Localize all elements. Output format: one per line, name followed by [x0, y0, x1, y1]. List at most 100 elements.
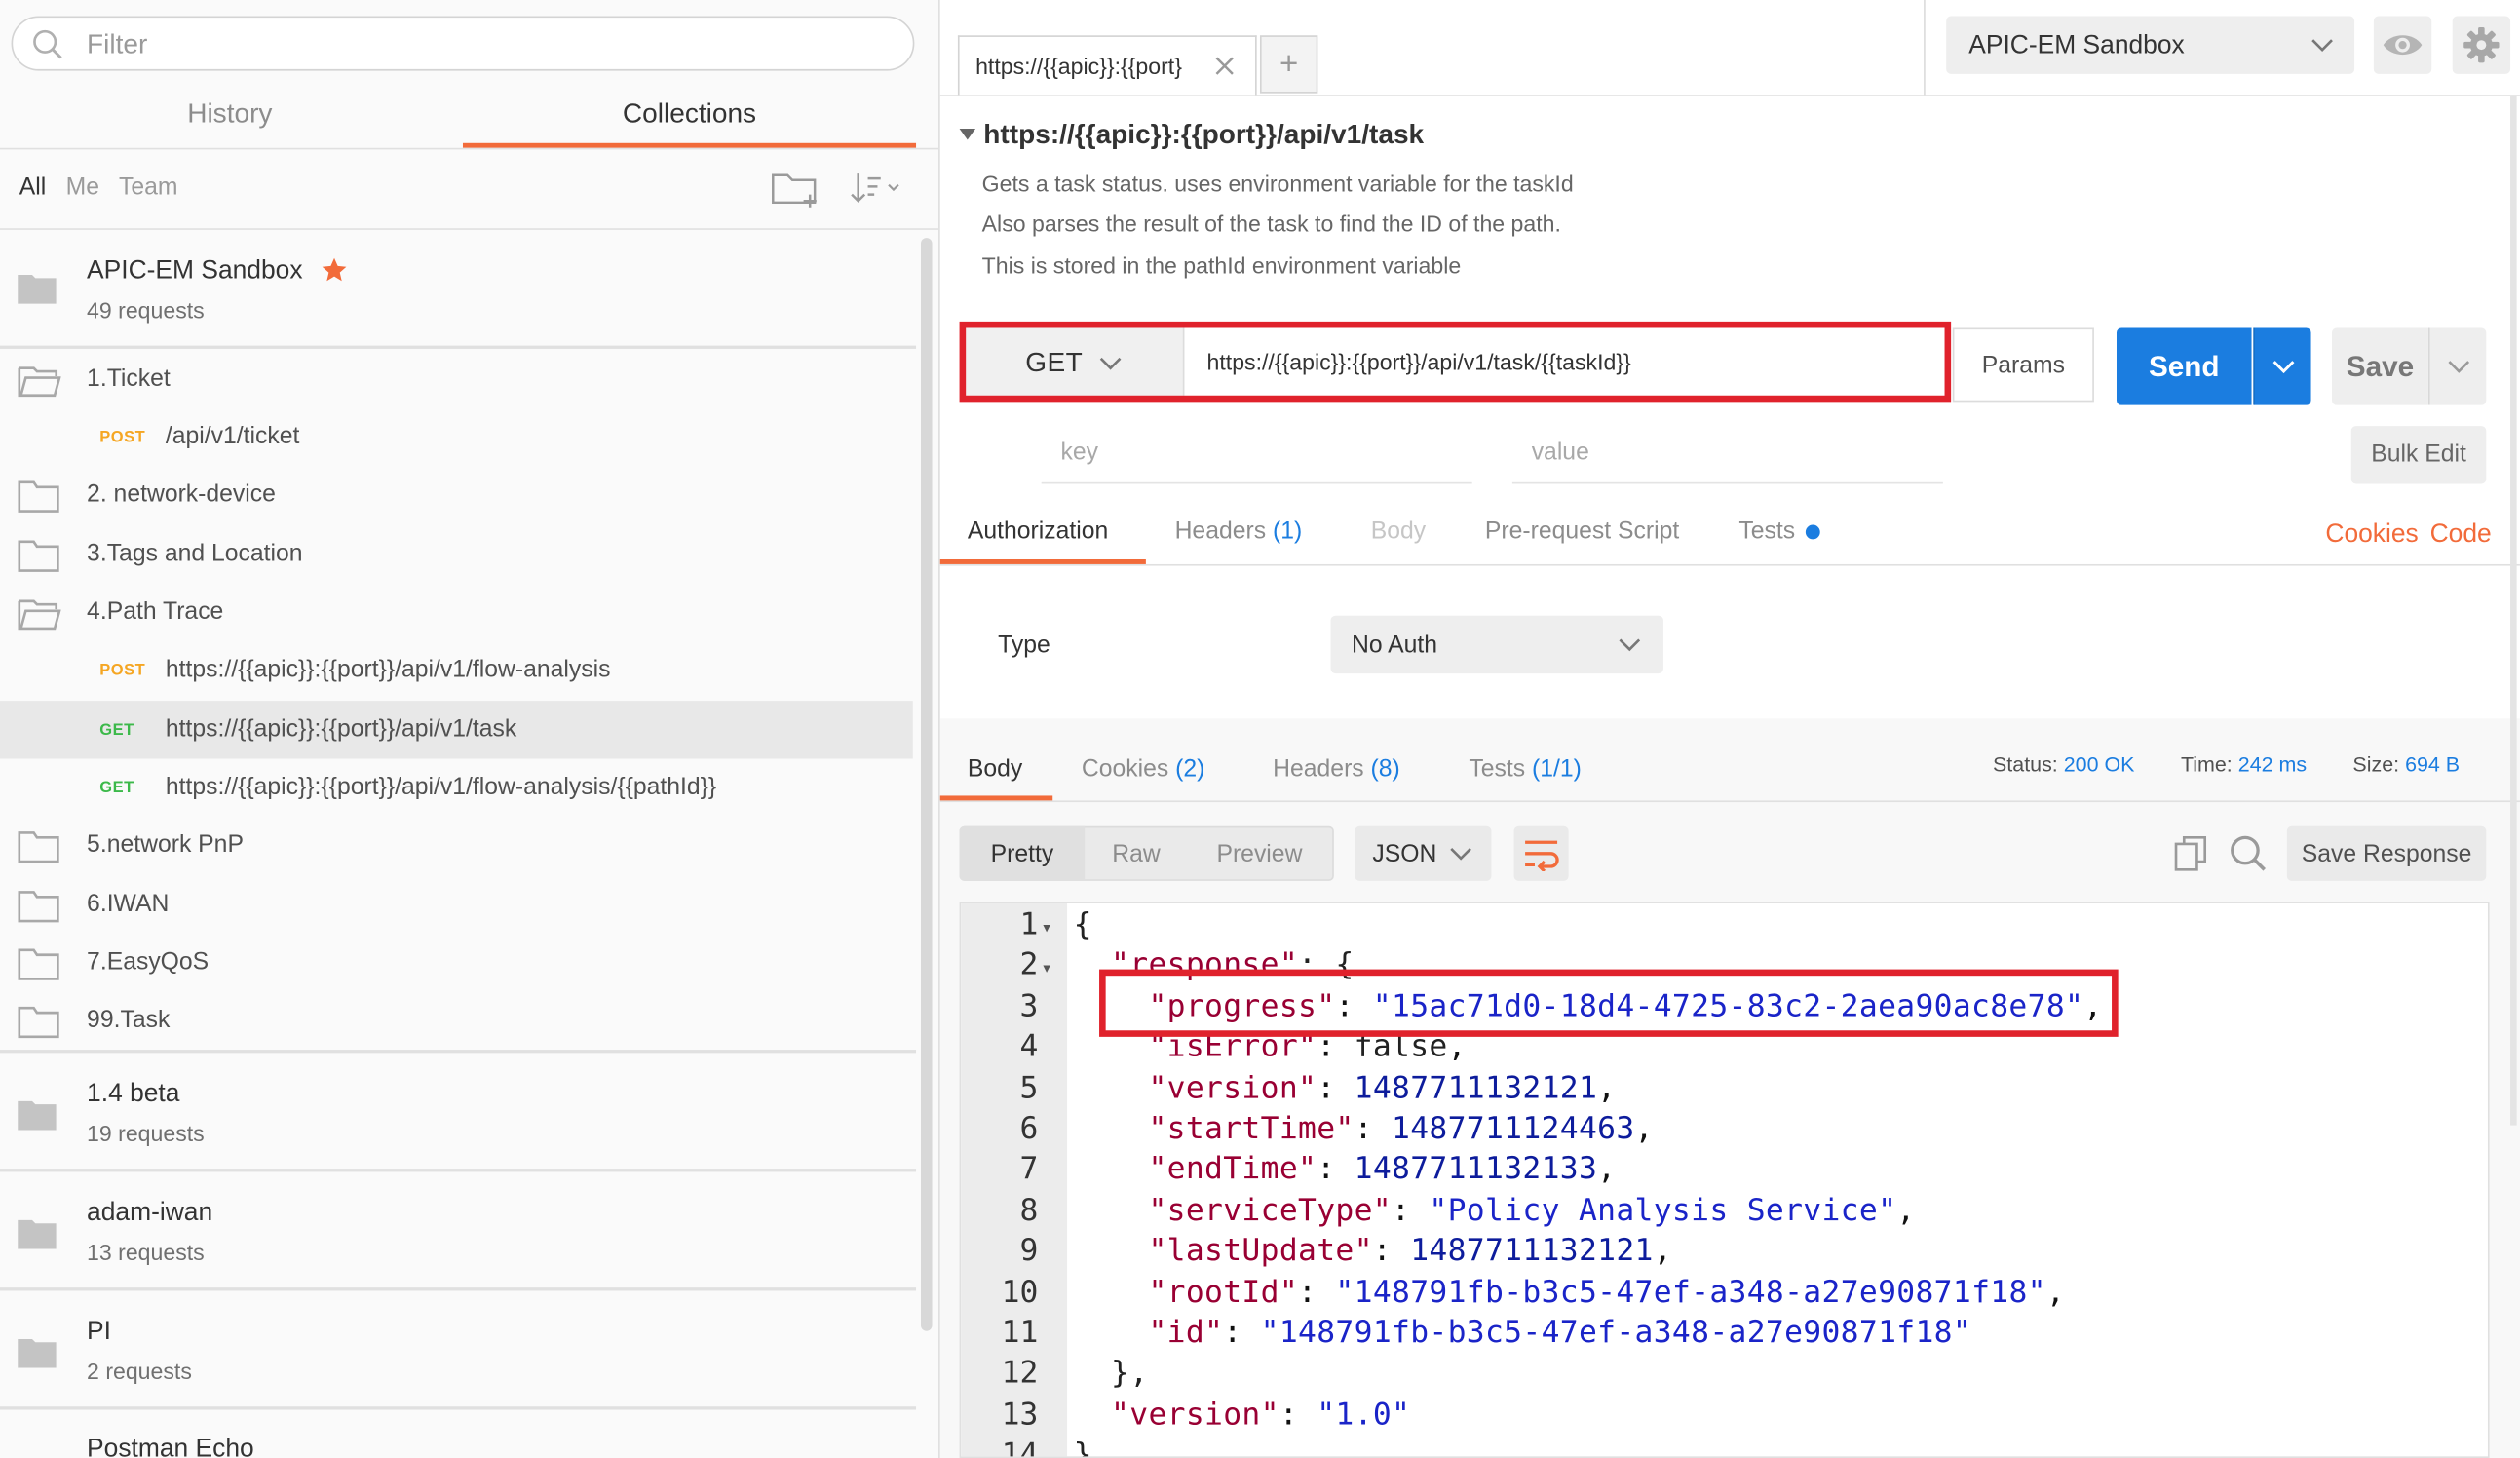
copy-icon[interactable] [2173, 834, 2212, 873]
line-number: 11 [1001, 1315, 1039, 1351]
params-button[interactable]: Params [1952, 327, 2094, 403]
auth-type-select[interactable]: No Auth [1330, 615, 1663, 674]
save-response-label: Save Response [2301, 840, 2472, 868]
collection-adam-iwan[interactable]: adam-iwan 13 requests [0, 1171, 916, 1287]
close-icon[interactable] [1213, 55, 1236, 77]
collection-pi[interactable]: PI 2 requests [0, 1290, 916, 1406]
param-value-input[interactable] [1528, 437, 1889, 468]
wrap-lines-button[interactable] [1513, 825, 1569, 881]
code-line: } [1074, 1438, 1092, 1457]
tab-count: (1) [1272, 518, 1303, 546]
tab-response-body[interactable]: Body [968, 755, 1022, 783]
param-key-input[interactable] [1057, 437, 1418, 468]
format-select[interactable]: JSON [1355, 825, 1492, 881]
cookies-link[interactable]: Cookies [2325, 520, 2418, 550]
folder-4-path-trace[interactable]: 4.Path Trace [0, 584, 913, 641]
request-label: https://{{apic}}:{{port}}/api/v1/task [165, 714, 517, 744]
tab-history[interactable]: History [0, 84, 460, 148]
folder-5-network-pnp[interactable]: 5.network PnP [0, 817, 913, 874]
tab-response-tests[interactable]: Tests (1/1) [1469, 755, 1581, 783]
send-options-button[interactable] [2253, 327, 2311, 405]
main-scrollbar[interactable] [2510, 96, 2517, 1126]
format-value: JSON [1372, 840, 1437, 868]
folder-7-easyqos[interactable]: 7.EasyQoS [0, 934, 913, 991]
star-icon[interactable] [320, 255, 349, 285]
tests-indicator-dot [1805, 524, 1820, 540]
tab-headers[interactable]: Headers (1) [1175, 518, 1303, 545]
tab-collections[interactable]: Collections [463, 84, 916, 148]
folder-icon [18, 891, 59, 923]
status-value: 200 OK [2063, 751, 2135, 777]
folder-6-iwan[interactable]: 6.IWAN [0, 876, 913, 934]
sidebar: History Collections All Me Team APIC-EM … [0, 0, 940, 1458]
chevron-down-icon [1450, 847, 1471, 861]
tab-tests[interactable]: Tests [1738, 518, 1795, 545]
chevron-down-icon [2311, 39, 2333, 52]
filter-input[interactable] [83, 25, 861, 64]
environment-value: APIC-EM Sandbox [1968, 31, 2185, 60]
collapse-triangle-icon[interactable] [958, 127, 977, 142]
collection-apic-em-sandbox[interactable]: APIC-EM Sandbox 49 requests [0, 230, 916, 346]
request-tab[interactable]: https://{{apic}}:{{port} [957, 35, 1257, 96]
view-preview-button[interactable]: Preview [1216, 841, 1302, 868]
fold-arrow-icon[interactable]: ▾ [1043, 919, 1050, 937]
save-options-button[interactable] [2427, 327, 2487, 405]
collection-1-4-beta[interactable]: 1.4 beta 19 requests [0, 1053, 916, 1169]
json-string: "148791fb-b3c5-47ef-a348-a27e90871f18" [1260, 1315, 1972, 1351]
sidebar-scrollbar[interactable] [920, 238, 933, 1331]
search-icon [33, 29, 62, 59]
add-tab-button[interactable]: + [1259, 35, 1318, 94]
response-status: Status: 200 OK [1993, 752, 2134, 777]
filter-team[interactable]: Team [119, 173, 178, 201]
status-label: Status: [1993, 751, 2058, 777]
json-key: "rootId" [1148, 1274, 1299, 1311]
save-button[interactable]: Save [2331, 327, 2428, 405]
request-post-ticket[interactable]: POST /api/v1/ticket [0, 408, 913, 466]
bulk-edit-button[interactable]: Bulk Edit [2350, 426, 2487, 484]
line-number: 12 [1001, 1355, 1039, 1391]
request-tabs: Authorization Headers (1) Body Pre-reque… [939, 498, 2520, 566]
new-collection-icon[interactable] [770, 168, 824, 210]
json-key: "id" [1148, 1315, 1224, 1351]
fold-arrow-icon[interactable]: ▾ [1043, 960, 1050, 978]
method-badge: GET [99, 721, 134, 740]
view-pretty-button[interactable]: Pretty [959, 825, 1086, 881]
request-get-flow-analysis-path[interactable]: GET https://{{apic}}:{{port}}/api/v1/flo… [0, 759, 913, 817]
tab-authorization[interactable]: Authorization [968, 518, 1108, 545]
collection-postman-echo[interactable]: Postman Echo [0, 1410, 916, 1458]
json-number: 1487711124463 [1392, 1110, 1635, 1147]
folder-99-task[interactable]: 99.Task [0, 992, 913, 1050]
highlight-box-progress [1099, 969, 2119, 1037]
settings-button[interactable] [2452, 16, 2511, 74]
view-raw-button[interactable]: Raw [1112, 841, 1161, 868]
filter-field[interactable] [11, 16, 915, 71]
collection-count: 49 requests [87, 297, 205, 324]
request-get-task[interactable]: GET https://{{apic}}:{{port}}/api/v1/tas… [0, 701, 913, 759]
filter-all[interactable]: All [19, 173, 46, 201]
json-key: "lastUpdate" [1148, 1233, 1373, 1269]
code-link[interactable]: Code [2430, 520, 2492, 550]
json-key: "startTime" [1148, 1110, 1355, 1147]
environment-quick-look-button[interactable] [2373, 16, 2432, 74]
collection-name: adam-iwan [87, 1199, 213, 1227]
request-name[interactable]: https://{{apic}}:{{port}}/api/v1/task [983, 119, 1424, 151]
send-button[interactable]: Send [2116, 327, 2252, 405]
view-pretty-label: Pretty [990, 840, 1054, 868]
folder-icon [18, 1006, 59, 1039]
line-number: 7 [1019, 1150, 1039, 1187]
environment-select[interactable]: APIC-EM Sandbox [1946, 16, 2355, 74]
folder-3-tags-and-location[interactable]: 3.Tags and Location [0, 525, 913, 583]
filter-me[interactable]: Me [66, 173, 99, 201]
request-post-flow-analysis[interactable]: POST https://{{apic}}:{{port}}/api/v1/fl… [0, 641, 913, 699]
tab-body[interactable]: Body [1371, 518, 1426, 545]
sort-icon[interactable] [845, 169, 906, 208]
folder-2-network-device[interactable]: 2. network-device [0, 466, 913, 523]
folder-1-ticket[interactable]: 1.Ticket [0, 351, 913, 408]
search-icon[interactable] [2229, 834, 2268, 873]
save-response-button[interactable]: Save Response [2286, 825, 2487, 881]
chevron-down-icon [1619, 638, 1641, 652]
tab-pre-request-script[interactable]: Pre-request Script [1485, 518, 1679, 545]
tab-response-headers[interactable]: Headers (8) [1273, 755, 1400, 783]
tab-response-cookies[interactable]: Cookies (2) [1082, 755, 1205, 783]
code-line: "id": "148791fb-b3c5-47ef-a348-a27e90871… [1148, 1315, 1972, 1351]
